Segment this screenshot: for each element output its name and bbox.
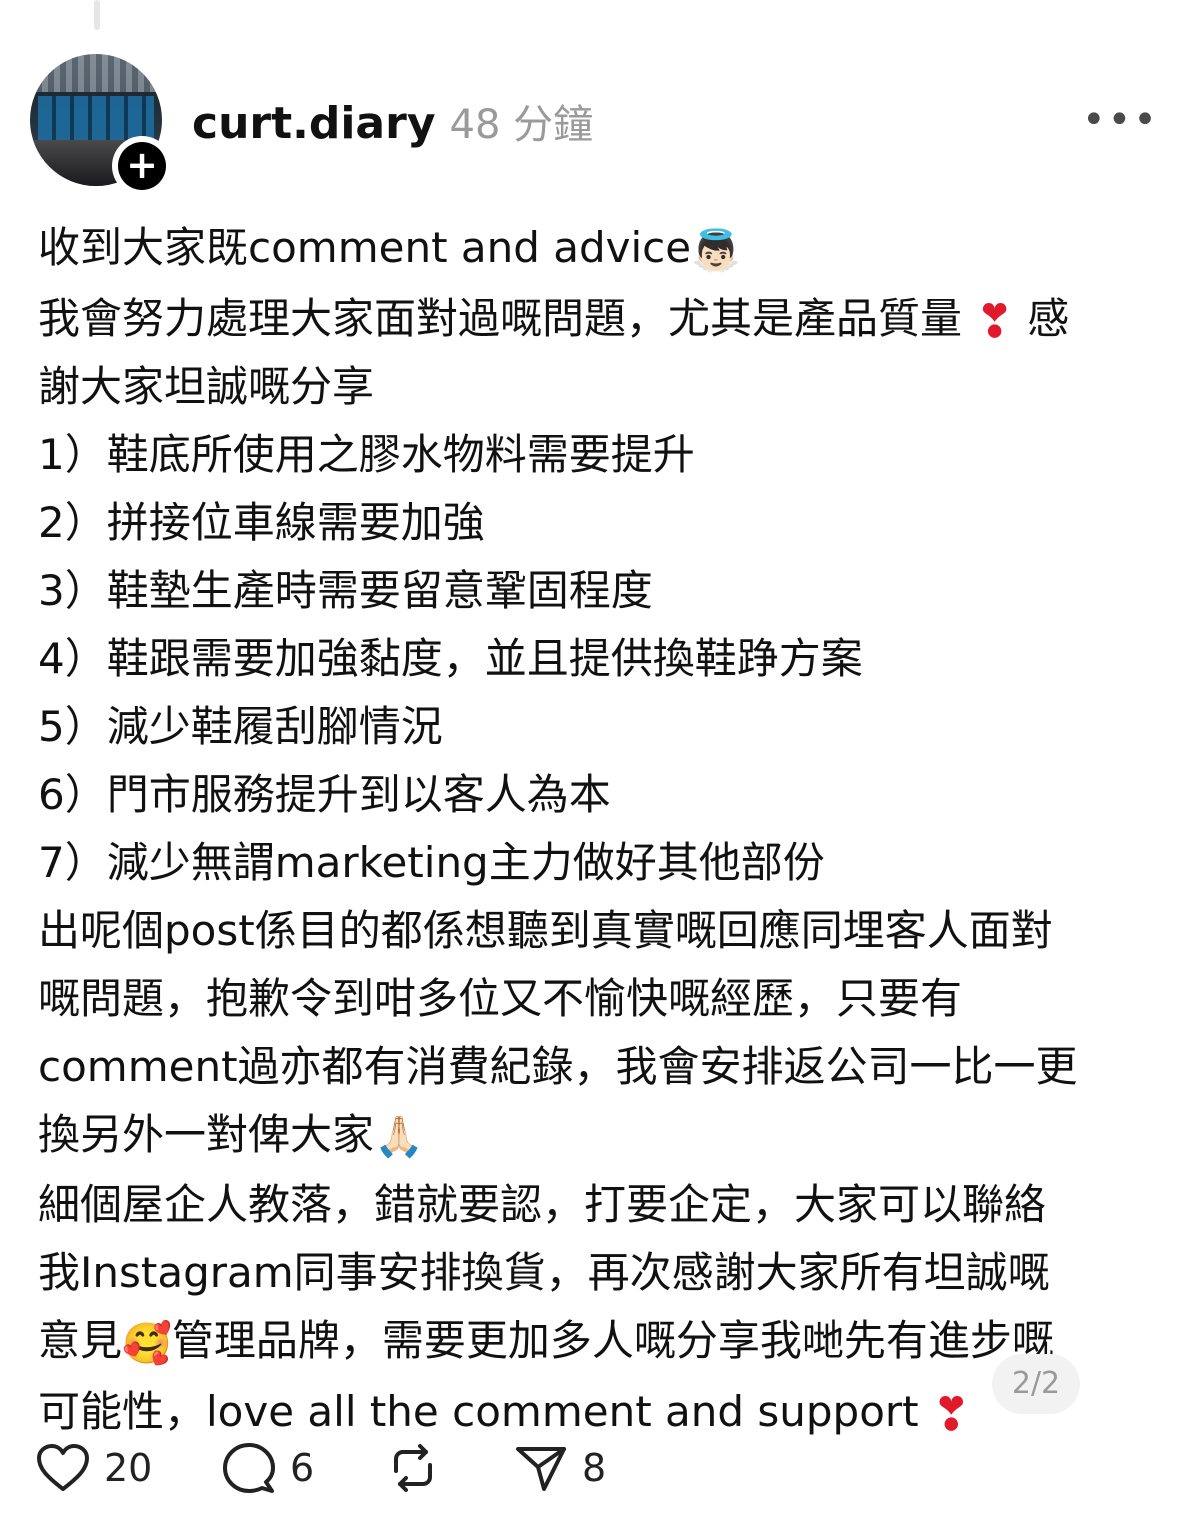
username[interactable]: curt.diary [192,98,436,149]
post-line: 1）鞋底所使用之膠水物料需要提升 [38,429,695,479]
page-indicator: 2/2 [992,1354,1080,1414]
post-line: 2）拼接位車線需要加強 [38,497,485,547]
thread-line [94,0,100,30]
post-text: 收到大家既comment and advice👼🏻 我會努力處理大家面對過嘅問題… [38,212,1148,1444]
share-count: 8 [582,1446,607,1490]
avatar-photo-ceiling [30,54,162,92]
angel-emoji: 👼🏻 [691,227,741,274]
post-line: 5）減少鞋履刮腳情況 [38,701,443,751]
post-line: 意見🥰管理品牌，需要更加多人嘅分享我哋先有進步嘅 [38,1309,1148,1376]
like-button[interactable]: 20 [36,1440,152,1496]
heart-icon [37,1444,89,1491]
post-line: 換另外一對俾大家🙏🏻 [38,1103,1148,1170]
like-count: 20 [104,1446,153,1490]
repost-icon [394,1444,432,1492]
post-line: 嘅問題，抱歉令到咁多位又不愉快嘅經歷，只要有 [38,973,963,1023]
post-line: 收到大家既comment and advice👼🏻 [38,216,1148,283]
post-line: 細個屋企人教落，錯就要認，打要企定，大家可以聯絡 [38,1180,1047,1229]
comment-button[interactable]: 6 [222,1440,314,1496]
post-line: comment過亦都有消費紀錄，我會安排返公司一比一更 [38,1041,1078,1091]
send-icon [516,1447,566,1491]
post-line: 7）減少無謂marketing主力做好其他部份 [38,837,825,887]
post-line: 我會努力處理大家面對過嘅問題，尤其是產品質量 ❣ 感 [38,293,1070,348]
comment-count: 6 [290,1446,315,1490]
plus-icon: + [118,142,166,190]
post-header: curt.diary 48 分鐘 [192,92,594,149]
heart-exclamation-icon: ❣ [975,294,1014,348]
heart-exclamation-icon: ❣ [932,1387,971,1441]
share-button[interactable]: 8 [514,1440,606,1496]
more-options-icon[interactable]: ••• [1082,100,1157,140]
post-line: 謝大家坦誠嘅分享 [38,361,375,411]
avatar-photo-wall [38,96,154,140]
timestamp: 48 分鐘 [449,102,594,148]
action-bar: 20 6 8 [36,1440,736,1496]
post-line: 4）鞋跟需要加強黏度，並且提供換鞋踭方案 [38,633,863,683]
follow-button[interactable]: + [112,136,172,196]
post-line: 出呢個post係目的都係想聽到真實嘅回應同埋客人面對 [38,905,1053,955]
repost-button[interactable] [386,1440,440,1496]
comment-icon [223,1443,275,1493]
post-line: 我Instagram同事安排換貨，再次感謝大家所有坦誠嘅 [38,1248,1050,1297]
post-line: 6）門市服務提升到以客人為本 [38,769,611,819]
post-line: 可能性，love all the comment and support ❣ [38,1386,971,1441]
pray-emoji: 🙏🏻 [374,1114,424,1160]
post-line: 3）鞋墊生產時需要留意鞏固程度 [38,565,653,615]
smile-hearts-emoji: 🥰 [122,1320,172,1367]
